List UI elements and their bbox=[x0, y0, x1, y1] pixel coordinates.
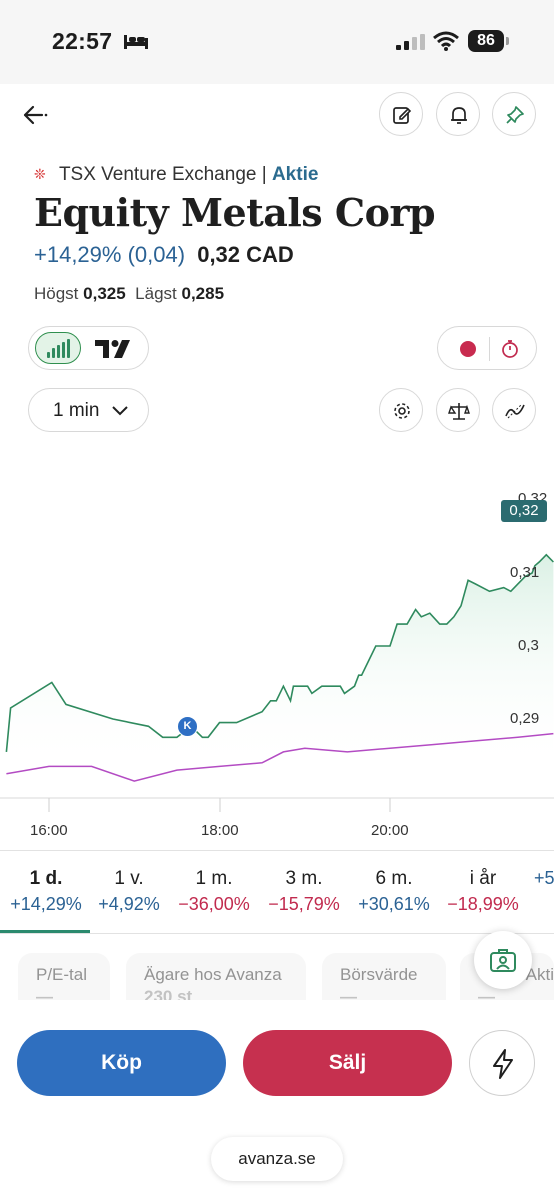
period-label: i år bbox=[469, 868, 497, 889]
tradingview-toggle[interactable] bbox=[95, 340, 131, 363]
period-6m[interactable]: 6 m. +30,61% bbox=[348, 851, 440, 933]
period-return: −36,00% bbox=[178, 894, 250, 914]
key-figure-label: P/E-tal bbox=[36, 965, 88, 984]
wifi-icon bbox=[433, 31, 459, 56]
y-tick-label: 0,29 bbox=[510, 710, 540, 727]
bell-icon bbox=[451, 107, 467, 124]
period-return: +30,61% bbox=[358, 894, 430, 914]
period-1d[interactable]: 1 d. +14,29% bbox=[0, 851, 92, 933]
key-figure-label: Börsvärde bbox=[340, 965, 418, 984]
x-tick-label: 18:00 bbox=[201, 822, 239, 839]
battery-cap bbox=[506, 37, 509, 45]
exchange-separator: | bbox=[261, 164, 267, 185]
price-chart-svg bbox=[0, 553, 554, 812]
high-label: Högst bbox=[34, 284, 79, 303]
active-period-indicator bbox=[0, 930, 90, 933]
x-tick-label: 20:00 bbox=[371, 822, 409, 839]
timer-button[interactable] bbox=[499, 338, 521, 365]
low-value: 0,285 bbox=[181, 284, 225, 303]
period-selector: 1 d. +14,29% 1 v. +4,92% 1 m. −36,00% 3 … bbox=[0, 850, 554, 934]
divider bbox=[489, 337, 490, 361]
interval-value: 1 min bbox=[53, 400, 100, 421]
interval-select[interactable]: 1 min bbox=[28, 388, 149, 432]
period-label: 1 v. bbox=[114, 868, 144, 889]
instrument-type-link[interactable]: Aktie bbox=[272, 164, 318, 185]
exchange-line: ❊ TSX Venture Exchange | Aktie bbox=[34, 164, 318, 186]
period-more[interactable]: +5 bbox=[534, 851, 554, 933]
status-time: 22:57 bbox=[52, 28, 113, 54]
high-value: 0,325 bbox=[83, 284, 126, 303]
scale-icon bbox=[448, 403, 470, 420]
compare-button[interactable] bbox=[436, 388, 480, 432]
indicator-icon bbox=[505, 403, 525, 419]
period-label: 3 m. bbox=[285, 868, 323, 889]
key-figure-label: Ägare hos Avanza bbox=[144, 965, 282, 984]
stopwatch-icon bbox=[502, 340, 518, 358]
price-chart[interactable] bbox=[0, 440, 554, 850]
arrow-left-icon bbox=[23, 105, 48, 125]
portfolio-icon bbox=[490, 949, 516, 972]
low-label: Lägst bbox=[135, 284, 177, 303]
chevron-down-icon bbox=[112, 406, 128, 416]
x-tick-label: 16:00 bbox=[30, 822, 68, 839]
bar-chart-icon bbox=[47, 339, 70, 358]
pin-button[interactable] bbox=[492, 92, 536, 136]
gear-icon bbox=[394, 403, 410, 419]
period-label: 6 m. bbox=[375, 868, 413, 889]
period-return: +5 bbox=[534, 868, 554, 888]
high-low-line: Högst 0,325 Lägst 0,285 bbox=[34, 284, 224, 304]
tradingview-icon bbox=[95, 340, 130, 358]
period-3m[interactable]: 3 m. −15,79% bbox=[258, 851, 350, 933]
price-change-line: +14,29% (0,04) 0,32 CAD bbox=[34, 242, 294, 268]
y-tick-label: 0,31 bbox=[510, 564, 540, 581]
period-1m[interactable]: 1 m. −36,00% bbox=[168, 851, 260, 933]
edit-note-icon bbox=[393, 107, 412, 124]
price-area bbox=[6, 554, 554, 770]
lightning-icon bbox=[493, 1049, 513, 1079]
quick-trade-button[interactable] bbox=[469, 1030, 535, 1096]
canada-flag-icon: ❊ bbox=[34, 166, 46, 182]
period-return: +14,29% bbox=[10, 894, 82, 914]
last-price: 0,32 CAD bbox=[197, 242, 294, 267]
change-absolute: (0,04) bbox=[127, 242, 186, 267]
battery-level: 86 bbox=[468, 30, 504, 52]
change-percent: +14,29% bbox=[34, 242, 122, 267]
pin-icon bbox=[506, 106, 524, 124]
period-return: +4,92% bbox=[98, 894, 160, 914]
simple-chart-toggle[interactable] bbox=[35, 332, 81, 364]
period-return: −18,99% bbox=[447, 894, 519, 914]
browser-url-pill[interactable]: avanza.se bbox=[211, 1137, 343, 1181]
cellular-signal-icon bbox=[396, 34, 426, 55]
chart-type-switch bbox=[28, 326, 149, 370]
record-dot-icon[interactable] bbox=[460, 341, 476, 357]
portfolio-fab[interactable] bbox=[474, 931, 532, 989]
sleep-focus-icon bbox=[123, 32, 149, 55]
period-ytd[interactable]: i år −18,99% bbox=[437, 851, 529, 933]
current-price-tag: 0,32 bbox=[501, 500, 547, 522]
back-button[interactable] bbox=[20, 100, 52, 130]
y-tick-label: 0,3 bbox=[518, 637, 539, 654]
period-label: 1 d. bbox=[29, 868, 63, 889]
edit-note-button[interactable] bbox=[379, 92, 423, 136]
period-1w[interactable]: 1 v. +4,92% bbox=[83, 851, 175, 933]
buy-button[interactable]: Köp bbox=[17, 1030, 226, 1096]
trade-marker[interactable]: K bbox=[177, 716, 198, 737]
period-return: −15,79% bbox=[268, 894, 340, 914]
price-alert-button[interactable] bbox=[436, 92, 480, 136]
exchange-name: TSX Venture Exchange bbox=[58, 164, 257, 185]
status-bar: 22:57 86 bbox=[0, 0, 554, 84]
instrument-name: Equity Metals Corp bbox=[34, 190, 436, 235]
indicators-button[interactable] bbox=[492, 388, 536, 432]
record-timer-control bbox=[437, 326, 537, 370]
period-label: 1 m. bbox=[195, 868, 233, 889]
chart-settings-button[interactable] bbox=[379, 388, 423, 432]
sell-button[interactable]: Sälj bbox=[243, 1030, 452, 1096]
